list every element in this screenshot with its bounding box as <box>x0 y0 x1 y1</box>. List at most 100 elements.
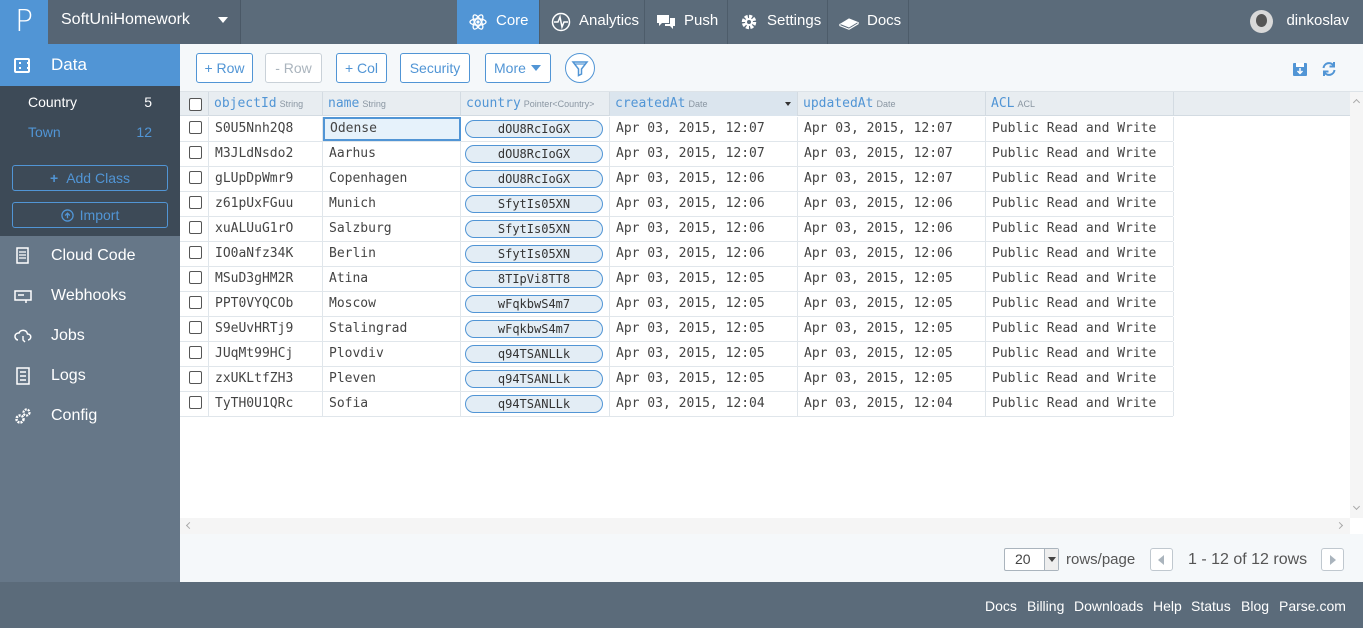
cell-createdat[interactable]: Apr 03, 2015, 12:05 <box>610 267 798 291</box>
table-row[interactable]: xuALUuG1rO Salzburg SfytIs05XN Apr 03, 2015… <box>180 217 1174 242</box>
cell-acl[interactable]: Public Read and Write <box>986 392 1174 416</box>
footer-link-status[interactable]: Status <box>1191 598 1231 614</box>
cell-objectid[interactable]: MSuD3gHM2R <box>209 267 323 291</box>
cell-name[interactable]: Pleven <box>323 367 461 391</box>
footer-link-billing[interactable]: Billing <box>1027 598 1064 614</box>
parse-logo[interactable]: P <box>0 0 48 44</box>
select-all-checkbox[interactable] <box>189 98 202 111</box>
cell-objectid[interactable]: PPT0VYQCOb <box>209 292 323 316</box>
footer-link-parse[interactable]: Parse.com <box>1279 598 1346 614</box>
cell-createdat[interactable]: Apr 03, 2015, 12:04 <box>610 392 798 416</box>
cell-updatedat[interactable]: Apr 03, 2015, 12:05 <box>798 292 986 316</box>
cell-country[interactable]: dOU8RcIoGX <box>461 117 610 141</box>
add-col-button[interactable]: + Col <box>336 53 387 83</box>
row-checkbox[interactable] <box>189 121 202 134</box>
column-header-objectid[interactable]: objectId String <box>209 92 323 116</box>
user-menu[interactable]: dinkoslav <box>1250 0 1349 44</box>
row-checkbox[interactable] <box>189 171 202 184</box>
sidebar-item-data[interactable]: Data <box>0 44 180 86</box>
next-page-button[interactable] <box>1321 548 1344 571</box>
cell-createdat[interactable]: Apr 03, 2015, 12:06 <box>610 167 798 191</box>
pointer-pill[interactable]: q94TSANLLk <box>465 395 603 413</box>
row-checkbox[interactable] <box>189 396 202 409</box>
cell-name[interactable]: Berlin <box>323 242 461 266</box>
sidebar-item-cloud-code[interactable]: Cloud Code <box>0 236 180 276</box>
cell-acl[interactable]: Public Read and Write <box>986 317 1174 341</box>
pointer-pill[interactable]: SfytIs05XN <box>465 195 603 213</box>
table-row[interactable]: S0U5Nnh2Q8 Odense dOU8RcIoGX Apr 03, 2015, … <box>180 117 1174 142</box>
remove-row-button[interactable]: - Row <box>265 53 322 83</box>
cell-updatedat[interactable]: Apr 03, 2015, 12:06 <box>798 192 986 216</box>
refresh-icon[interactable] <box>1320 60 1338 78</box>
cell-updatedat[interactable]: Apr 03, 2015, 12:05 <box>798 367 986 391</box>
cell-createdat[interactable]: Apr 03, 2015, 12:05 <box>610 317 798 341</box>
more-button[interactable]: More <box>485 53 551 83</box>
table-row[interactable]: JUqMt99HCj Plovdiv q94TSANLLk Apr 03, 2015,… <box>180 342 1174 367</box>
cell-acl[interactable]: Public Read and Write <box>986 167 1174 191</box>
cell-createdat[interactable]: Apr 03, 2015, 12:06 <box>610 217 798 241</box>
pointer-pill[interactable]: q94TSANLLk <box>465 370 603 388</box>
class-item-country[interactable]: Country 5 <box>0 88 180 116</box>
cell-country[interactable]: q94TSANLLk <box>461 342 610 366</box>
cell-name[interactable]: Salzburg <box>323 217 461 241</box>
export-icon[interactable] <box>1291 60 1309 78</box>
cell-updatedat[interactable]: Apr 03, 2015, 12:07 <box>798 117 986 141</box>
row-checkbox[interactable] <box>189 246 202 259</box>
vertical-scrollbar[interactable] <box>1350 92 1363 518</box>
sidebar-item-config[interactable]: Config <box>0 396 180 436</box>
sidebar-item-webhooks[interactable]: Webhooks <box>0 276 180 316</box>
tab-core[interactable]: Core <box>457 0 539 44</box>
table-row[interactable]: M3JLdNsdo2 Aarhus dOU8RcIoGX Apr 03, 2015, … <box>180 142 1174 167</box>
pointer-pill[interactable]: SfytIs05XN <box>465 245 603 263</box>
cell-updatedat[interactable]: Apr 03, 2015, 12:05 <box>798 317 986 341</box>
tab-settings[interactable]: Settings <box>727 0 827 44</box>
cell-country[interactable]: wFqkbwS4m7 <box>461 317 610 341</box>
cell-objectid[interactable]: xuALUuG1rO <box>209 217 323 241</box>
cell-country[interactable]: q94TSANLLk <box>461 392 610 416</box>
cell-name[interactable]: Plovdiv <box>323 342 461 366</box>
cell-acl[interactable]: Public Read and Write <box>986 267 1174 291</box>
cell-name[interactable]: Odense <box>323 117 461 141</box>
cell-objectid[interactable]: zxUKLtfZH3 <box>209 367 323 391</box>
cell-objectid[interactable]: z61pUxFGuu <box>209 192 323 216</box>
cell-createdat[interactable]: Apr 03, 2015, 12:05 <box>610 292 798 316</box>
cell-country[interactable]: wFqkbwS4m7 <box>461 292 610 316</box>
pointer-pill[interactable]: dOU8RcIoGX <box>465 120 603 138</box>
cell-country[interactable]: SfytIs05XN <box>461 217 610 241</box>
cell-acl[interactable]: Public Read and Write <box>986 142 1174 166</box>
app-selector[interactable]: SoftUniHomework <box>48 0 241 44</box>
cell-acl[interactable]: Public Read and Write <box>986 367 1174 391</box>
tab-analytics[interactable]: Analytics <box>539 0 644 44</box>
column-header-acl[interactable]: ACL ACL <box>986 92 1174 116</box>
row-checkbox[interactable] <box>189 321 202 334</box>
pointer-pill[interactable]: wFqkbwS4m7 <box>465 320 603 338</box>
cell-objectid[interactable]: M3JLdNsdo2 <box>209 142 323 166</box>
import-button[interactable]: Import <box>12 202 168 228</box>
cell-objectid[interactable]: IO0aNfz34K <box>209 242 323 266</box>
cell-createdat[interactable]: Apr 03, 2015, 12:05 <box>610 367 798 391</box>
table-row[interactable]: zxUKLtfZH3 Pleven q94TSANLLk Apr 03, 2015, … <box>180 367 1174 392</box>
cell-updatedat[interactable]: Apr 03, 2015, 12:05 <box>798 342 986 366</box>
horizontal-scrollbar[interactable] <box>180 518 1350 534</box>
table-row[interactable]: TyTH0U1QRc Sofia q94TSANLLk Apr 03, 2015, 1… <box>180 392 1174 417</box>
cell-acl[interactable]: Public Read and Write <box>986 342 1174 366</box>
pointer-pill[interactable]: wFqkbwS4m7 <box>465 295 603 313</box>
table-row[interactable]: IO0aNfz34K Berlin SfytIs05XN Apr 03, 2015, … <box>180 242 1174 267</box>
filter-button[interactable] <box>565 53 595 83</box>
pointer-pill[interactable]: q94TSANLLk <box>465 345 603 363</box>
column-header-updatedat[interactable]: updatedAt Date <box>798 92 986 116</box>
cell-updatedat[interactable]: Apr 03, 2015, 12:06 <box>798 242 986 266</box>
cell-name[interactable]: Munich <box>323 192 461 216</box>
column-header-name[interactable]: name String <box>323 92 461 116</box>
cell-objectid[interactable]: gLUpDpWmr9 <box>209 167 323 191</box>
cell-updatedat[interactable]: Apr 03, 2015, 12:04 <box>798 392 986 416</box>
cell-country[interactable]: SfytIs05XN <box>461 242 610 266</box>
cell-updatedat[interactable]: Apr 03, 2015, 12:06 <box>798 217 986 241</box>
sidebar-item-jobs[interactable]: Jobs <box>0 316 180 356</box>
cell-acl[interactable]: Public Read and Write <box>986 292 1174 316</box>
cell-name[interactable]: Atina <box>323 267 461 291</box>
cell-country[interactable]: dOU8RcIoGX <box>461 167 610 191</box>
column-header-country[interactable]: country Pointer<Country> <box>461 92 610 116</box>
row-checkbox[interactable] <box>189 371 202 384</box>
class-item-town[interactable]: Town 12 <box>0 118 180 146</box>
